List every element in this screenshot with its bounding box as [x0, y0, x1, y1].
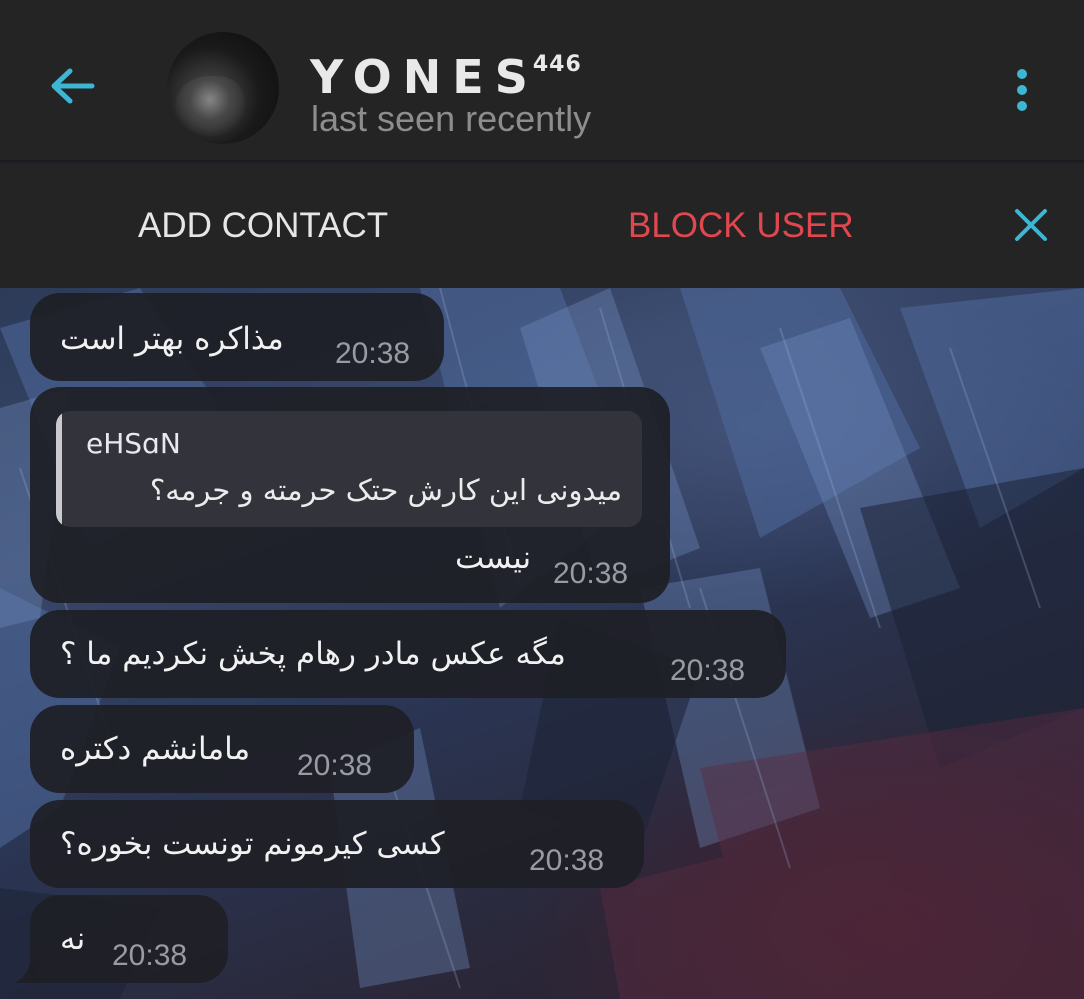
contact-name-suffix: 446	[532, 52, 582, 77]
message-bubble[interactable]: eHSɑN میدونی این کارش حتک حرمته و جرمه؟ …	[30, 387, 670, 603]
message-bubble[interactable]: نه 20:38	[30, 895, 228, 983]
reply-quote[interactable]: eHSɑN میدونی این کارش حتک حرمته و جرمه؟	[56, 411, 642, 527]
back-button[interactable]	[44, 58, 100, 114]
add-contact-button[interactable]: ADD CONTACT	[138, 204, 388, 248]
message-time: 20:38	[112, 939, 188, 972]
contact-name: YONES	[310, 50, 539, 104]
message-text: نیست	[455, 540, 532, 576]
message-text: مگه عکس مادر رهام پخش نکردیم ما ؟	[60, 636, 566, 672]
more-vertical-icon-dot	[1017, 101, 1027, 111]
message-time: 20:38	[529, 844, 605, 877]
contact-action-bar: ADD CONTACT BLOCK USER	[0, 164, 1084, 288]
reply-quote-bar	[56, 411, 62, 527]
message-text: مذاکره بهتر است	[60, 321, 284, 357]
chat-title[interactable]: YONES446	[310, 38, 582, 104]
reply-author: eHSɑN	[86, 427, 181, 460]
message-bubble[interactable]: مگه عکس مادر رهام پخش نکردیم ما ؟ 20:38	[30, 610, 786, 698]
more-vertical-icon-dot	[1017, 85, 1027, 95]
message-text: نه	[60, 921, 86, 957]
more-vertical-icon-dot	[1017, 69, 1027, 79]
close-icon	[1015, 209, 1047, 241]
message-tail	[14, 961, 38, 983]
chat-header: YONES446 last seen recently	[0, 0, 1084, 162]
chat-screen: YONES446 last seen recently ADD CONTACT …	[0, 0, 1084, 999]
more-menu-button[interactable]	[1000, 62, 1044, 118]
message-bubble[interactable]: کسی کیرمونم تونست بخوره؟ 20:38	[30, 800, 644, 888]
avatar-photo	[175, 76, 245, 136]
message-time: 20:38	[670, 654, 746, 687]
message-text: مامانشم دکتره	[60, 731, 251, 767]
message-time: 20:38	[297, 749, 373, 782]
avatar[interactable]	[167, 32, 279, 144]
reply-text: میدونی این کارش حتک حرمته و جرمه؟	[149, 473, 622, 507]
message-bubble[interactable]: مذاکره بهتر است 20:38	[30, 293, 444, 381]
arrow-left-icon	[51, 68, 95, 104]
last-seen-status: last seen recently	[311, 98, 592, 139]
message-text: کسی کیرمونم تونست بخوره؟	[60, 826, 445, 862]
message-list[interactable]: مذاکره بهتر است 20:38 eHSɑN میدونی این ک…	[0, 288, 1084, 999]
message-time: 20:38	[553, 557, 629, 590]
block-user-button[interactable]: BLOCK USER	[628, 204, 854, 248]
message-bubble[interactable]: مامانشم دکتره 20:38	[30, 705, 414, 793]
message-time: 20:38	[335, 337, 411, 370]
close-action-bar-button[interactable]	[1006, 200, 1056, 250]
